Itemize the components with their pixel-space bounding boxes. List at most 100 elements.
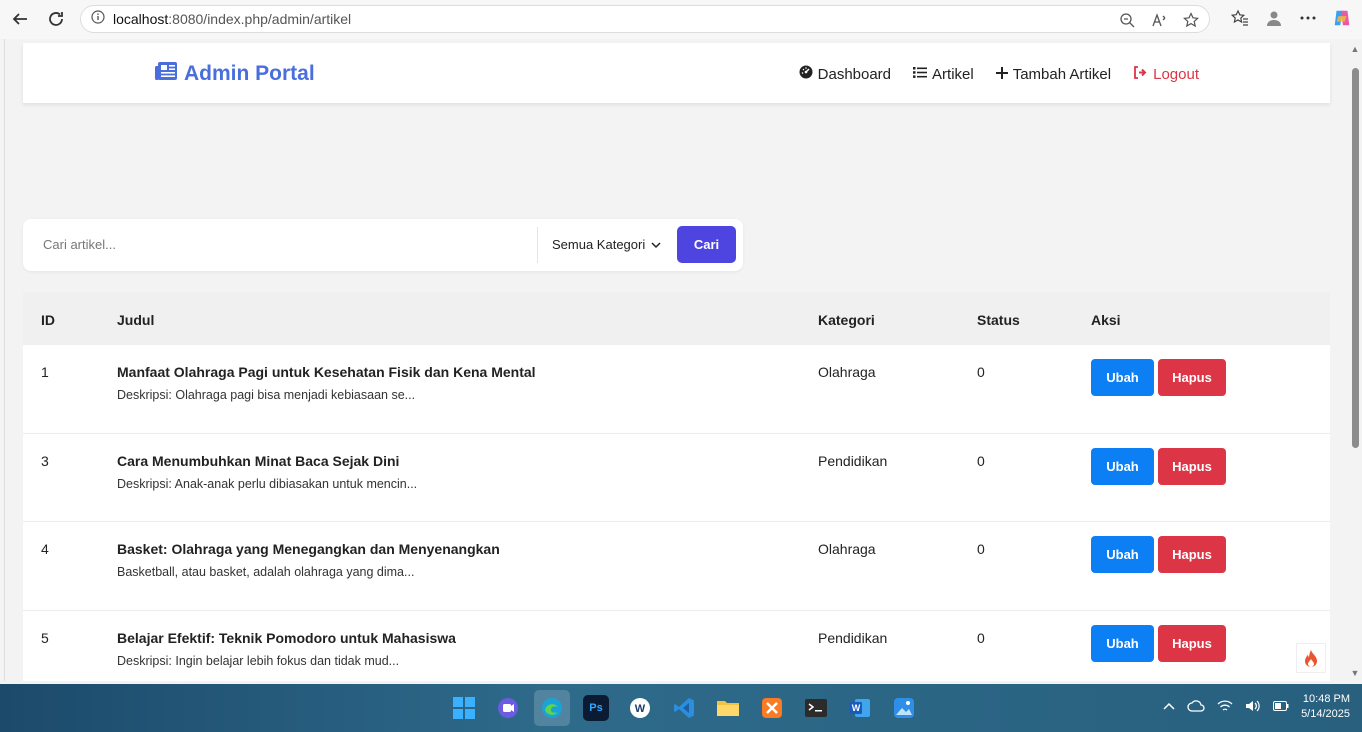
refresh-icon[interactable] — [45, 8, 67, 30]
cell-judul: Manfaat Olahraga Pagi untuk Kesehatan Fi… — [117, 364, 536, 402]
windows-start-icon[interactable] — [446, 690, 482, 726]
battery-icon[interactable] — [1273, 700, 1289, 714]
nav-logout-label: Logout — [1153, 65, 1199, 83]
cell-judul: Basket: Olahraga yang Menegangkan dan Me… — [117, 541, 500, 579]
delete-button[interactable]: Hapus — [1158, 359, 1226, 396]
more-options-icon[interactable] — [1298, 8, 1318, 28]
edit-button[interactable]: Ubah — [1091, 447, 1154, 485]
cell-kategori: Pendidikan — [818, 629, 888, 646]
terminal-icon[interactable] — [798, 690, 834, 726]
table-row: 3 Cara Menumbuhkan Minat Baca Sejak Dini… — [23, 434, 1330, 522]
article-title: Manfaat Olahraga Pagi untuk Kesehatan Fi… — [117, 364, 536, 380]
w-app-icon[interactable]: W — [622, 690, 658, 726]
site-info-icon[interactable] — [91, 9, 105, 29]
meet-icon[interactable] — [490, 690, 526, 726]
copilot-icon[interactable] — [1332, 8, 1352, 28]
scroll-down-icon[interactable]: ▼ — [1350, 668, 1360, 678]
nav-links: Dashboard Artikel Tambah Artikel Logout — [799, 65, 1199, 83]
table-header: ID Judul Kategori Status Aksi — [23, 292, 1330, 345]
search-divider — [537, 227, 538, 263]
cell-status: 0 — [977, 629, 985, 646]
header-aksi: Aksi — [1091, 312, 1121, 328]
cell-status: 0 — [977, 541, 985, 557]
category-select[interactable]: Semua Kategori — [552, 237, 661, 252]
delete-button[interactable]: Hapus — [1158, 624, 1226, 662]
vscode-icon[interactable] — [666, 690, 702, 726]
article-desc: Deskripsi: Anak-anak perlu dibiasakan un… — [117, 476, 418, 491]
file-explorer-icon[interactable] — [710, 690, 746, 726]
article-desc: Deskripsi: Olahraga pagi bisa menjadi ke… — [117, 388, 416, 402]
wifi-icon[interactable] — [1217, 699, 1233, 716]
articles-table: ID Judul Kategori Status Aksi 1 Manfaat … — [23, 292, 1330, 681]
clock[interactable]: 10:48 PM 5/14/2025 — [1301, 692, 1350, 722]
article-title: Belajar Efektif: Teknik Pomodoro untuk M… — [117, 629, 456, 646]
cell-kategori: Olahraga — [818, 364, 876, 380]
article-title: Basket: Olahraga yang Menegangkan dan Me… — [117, 541, 500, 557]
page-scrollbar[interactable]: ▲ ▼ — [1350, 44, 1360, 678]
xampp-icon[interactable] — [754, 690, 790, 726]
profile-icon[interactable] — [1264, 8, 1284, 28]
edit-button[interactable]: Ubah — [1091, 624, 1154, 662]
header-status: Status — [977, 312, 1020, 328]
volume-icon[interactable] — [1245, 699, 1261, 716]
list-icon — [913, 66, 928, 83]
cell-judul: Belajar Efektif: Teknik Pomodoro untuk M… — [117, 630, 456, 668]
brand-title: Admin Portal — [184, 62, 315, 85]
system-tray: 10:48 PM 5/14/2025 — [1163, 692, 1350, 722]
article-desc: Deskripsi: Ingin belajar lebih fokus dan… — [117, 653, 400, 668]
edit-button[interactable]: Ubah — [1091, 536, 1154, 573]
page-viewport: Admin Portal Dashboard Artikel Tambah Ar… — [4, 39, 1348, 681]
brand-logo[interactable]: Admin Portal — [154, 61, 315, 87]
logout-icon — [1133, 65, 1148, 83]
nav-artikel-label: Artikel — [932, 65, 974, 83]
nav-dashboard[interactable]: Dashboard — [799, 65, 891, 83]
zoom-icon[interactable] — [1117, 10, 1137, 30]
cell-aksi: Ubah Hapus — [1091, 536, 1226, 573]
chevron-up-icon[interactable] — [1163, 701, 1175, 713]
table-row: 1 Manfaat Olahraga Pagi untuk Kesehatan … — [23, 345, 1330, 434]
url-text: localhost:8080/index.php/admin/artikel — [113, 11, 352, 27]
nav-tambah-artikel[interactable]: Tambah Artikel — [995, 65, 1112, 83]
edge-browser-icon[interactable] — [534, 690, 570, 726]
dashboard-icon — [799, 65, 813, 83]
address-bar[interactable]: localhost:8080/index.php/admin/artikel — [80, 5, 1210, 33]
category-select-value: Semua Kategori — [552, 237, 646, 252]
header-judul: Judul — [117, 312, 155, 328]
cloud-sync-icon[interactable] — [1187, 699, 1205, 716]
table-row: 4 Basket: Olahraga yang Menegangkan dan … — [23, 522, 1330, 611]
nav-artikel[interactable]: Artikel — [913, 65, 974, 83]
word-icon[interactable]: W — [842, 690, 878, 726]
cell-kategori: Olahraga — [818, 541, 876, 557]
search-input[interactable] — [43, 237, 523, 252]
header-id: ID — [41, 312, 55, 328]
cell-aksi: Ubah Hapus — [1091, 447, 1226, 485]
delete-button[interactable]: Hapus — [1158, 447, 1226, 485]
favorite-star-icon[interactable] — [1181, 10, 1201, 30]
nav-logout[interactable]: Logout — [1133, 65, 1199, 83]
clock-time: 10:48 PM — [1302, 693, 1350, 705]
cell-aksi: Ubah Hapus — [1091, 624, 1226, 662]
cell-id: 5 — [41, 629, 49, 646]
svg-text:W: W — [852, 703, 861, 713]
chevron-down-icon — [651, 237, 661, 252]
cell-id: 4 — [41, 541, 49, 557]
read-aloud-icon[interactable] — [1149, 10, 1169, 30]
nav-tambah-label: Tambah Artikel — [1012, 65, 1112, 83]
top-navbar: Admin Portal Dashboard Artikel Tambah Ar… — [23, 43, 1330, 103]
favorites-icon[interactable] — [1230, 8, 1250, 28]
cell-status: 0 — [977, 452, 985, 469]
browser-toolbar: localhost:8080/index.php/admin/artikel — [0, 0, 1362, 39]
photos-icon[interactable] — [886, 690, 922, 726]
search-button[interactable]: Cari — [677, 226, 736, 263]
flame-icon[interactable] — [1296, 643, 1326, 673]
article-title: Cara Menumbuhkan Minat Baca Sejak Dini — [117, 452, 400, 469]
search-form: Semua Kategori Cari — [23, 219, 743, 271]
header-kategori: Kategori — [818, 312, 875, 328]
scroll-up-icon[interactable]: ▲ — [1350, 44, 1360, 54]
edit-button[interactable]: Ubah — [1091, 359, 1154, 396]
photoshop-icon[interactable]: Ps — [583, 695, 609, 721]
cell-judul: Cara Menumbuhkan Minat Baca Sejak Dini D… — [117, 453, 417, 491]
delete-button[interactable]: Hapus — [1158, 536, 1226, 573]
back-icon[interactable] — [9, 8, 31, 30]
scroll-thumb[interactable] — [1352, 68, 1359, 448]
